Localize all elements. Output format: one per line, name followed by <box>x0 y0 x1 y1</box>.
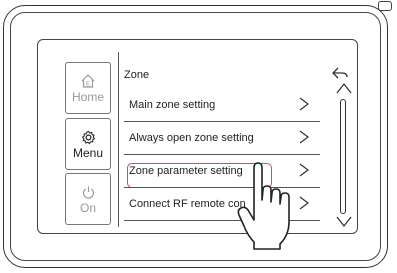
sidebar: E Home Menu On <box>38 40 120 233</box>
hand-pointer-icon <box>237 162 290 250</box>
menu-item-label: Zone parameter setting <box>129 165 243 177</box>
scrollbar[interactable] <box>340 99 346 214</box>
scroll-up-icon[interactable] <box>336 82 352 94</box>
touch-screen: E Home Menu On Zone Main zone setting Al… <box>37 39 358 234</box>
menu-item-label: Always open zone setting <box>129 132 254 144</box>
home-button[interactable]: E Home <box>65 62 111 114</box>
chevron-right-icon <box>299 97 309 111</box>
menu-item-always-open-zone[interactable]: Always open zone setting <box>124 122 320 155</box>
gear-icon <box>79 128 97 146</box>
chevron-right-icon <box>299 163 309 177</box>
menu-button[interactable]: Menu <box>65 118 111 170</box>
home-icon: E <box>79 72 97 90</box>
sidebar-divider <box>118 52 119 227</box>
home-label: Home <box>71 90 104 104</box>
device-corner-tab <box>378 1 392 11</box>
scroll-down-icon[interactable] <box>336 216 352 228</box>
chevron-right-icon <box>299 196 309 210</box>
page-title: Zone <box>124 69 150 81</box>
power-button[interactable]: On <box>65 173 111 225</box>
menu-label: Menu <box>72 146 104 160</box>
menu-item-label: Connect RF remote con <box>129 198 246 210</box>
power-icon <box>79 183 97 201</box>
menu-item-main-zone[interactable]: Main zone setting <box>124 89 320 122</box>
power-label: On <box>79 201 96 215</box>
svg-text:E: E <box>86 82 90 88</box>
back-arrow-icon[interactable] <box>330 65 350 81</box>
chevron-right-icon <box>299 130 309 144</box>
menu-item-label: Main zone setting <box>129 99 216 111</box>
